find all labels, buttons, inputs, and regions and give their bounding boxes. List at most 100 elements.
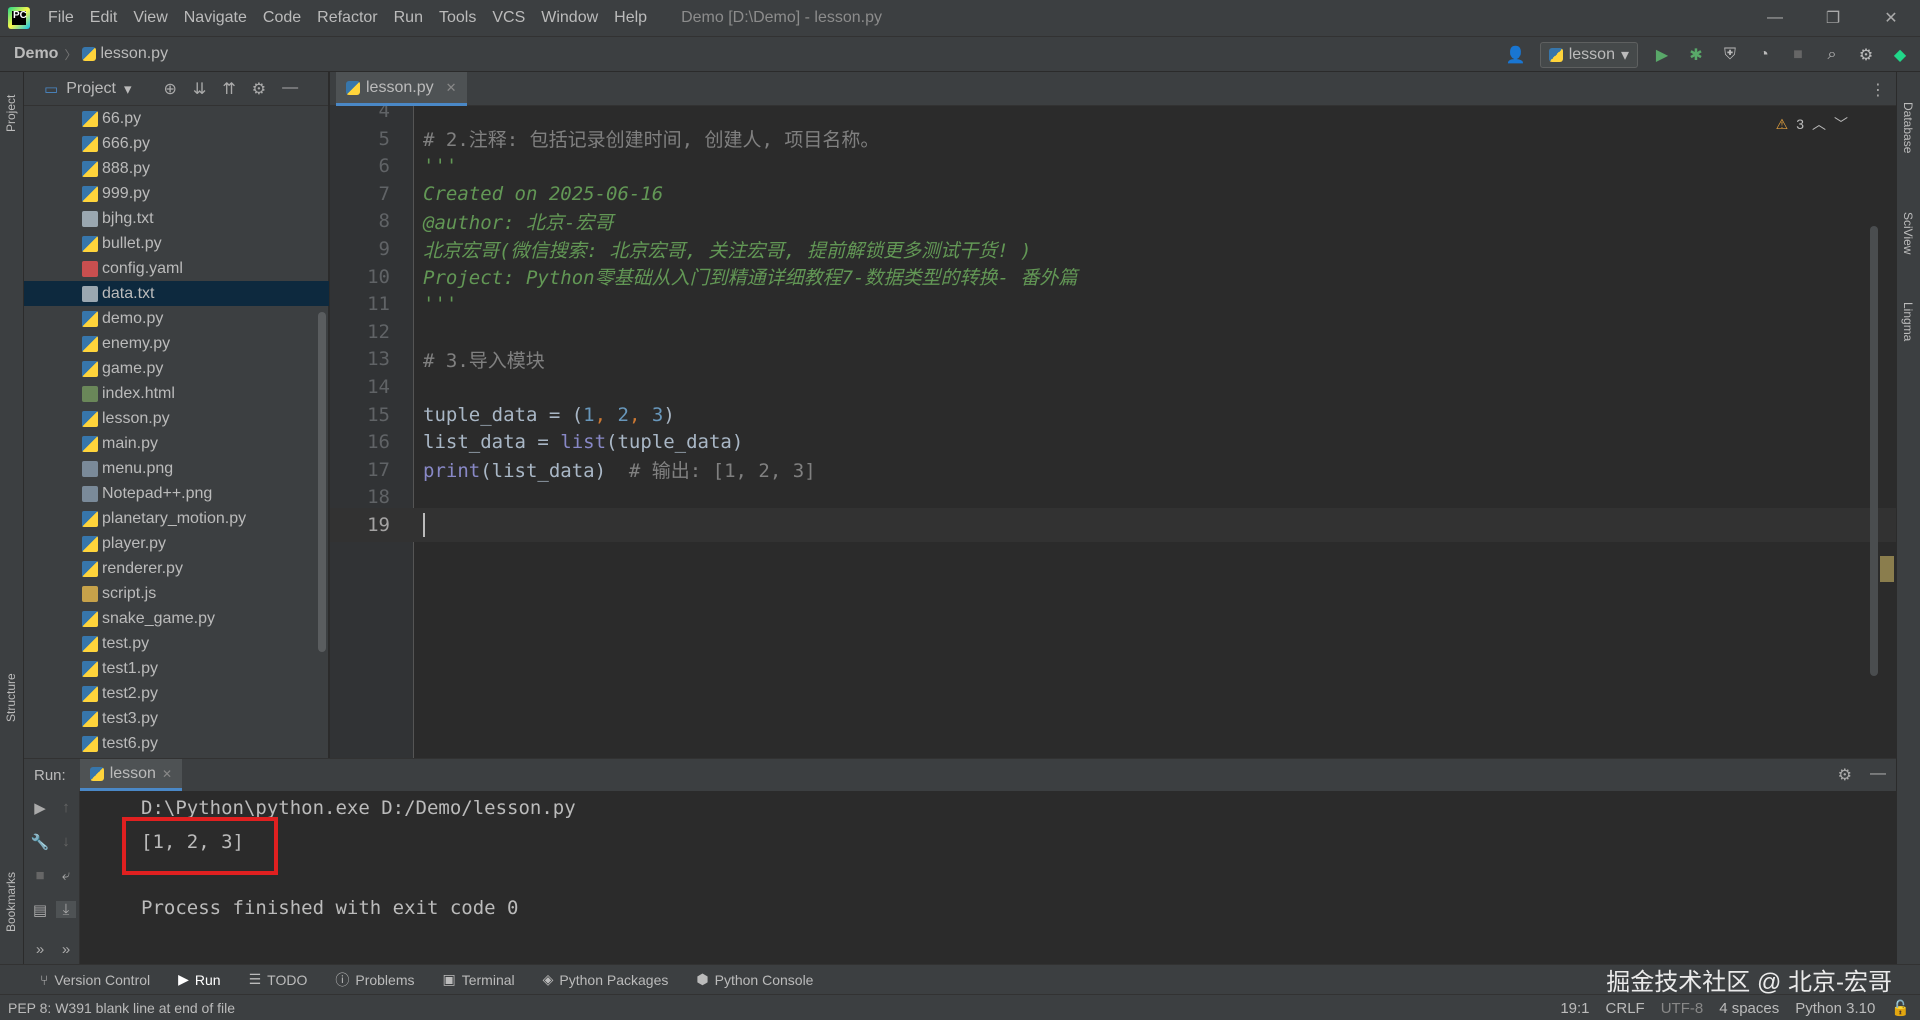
stripe-bookmarks[interactable]: Bookmarks bbox=[4, 872, 18, 932]
breadcrumb-project[interactable]: Demo bbox=[14, 45, 58, 63]
file-tree-item[interactable]: test6.py bbox=[24, 731, 329, 756]
jetbrains-toolbox-icon[interactable]: ◆ bbox=[1890, 45, 1910, 65]
more-actions-icon[interactable]: » bbox=[30, 941, 50, 958]
soft-wrap-icon[interactable]: ⤶ bbox=[56, 867, 76, 884]
code-editor[interactable]: 4 5 # 2.注释: 包括记录创建时间, 创建人, 项目名称。 6 ''' 7 Creat… bbox=[330, 106, 1896, 758]
file-tree-item[interactable]: test.py bbox=[24, 631, 329, 656]
file-tree-item[interactable]: game.py bbox=[24, 356, 329, 381]
menu-refactor[interactable]: Refactor bbox=[309, 0, 385, 36]
run-tab-lesson[interactable]: lesson ✕ bbox=[79, 759, 182, 791]
file-tree-item[interactable]: menu.png bbox=[24, 456, 329, 481]
stripe-project[interactable]: Project bbox=[4, 95, 18, 132]
file-tree-item[interactable]: demo.py bbox=[24, 306, 329, 331]
file-tree-item[interactable]: planetary_motion.py bbox=[24, 506, 329, 531]
project-panel-title[interactable]: Project bbox=[66, 80, 116, 98]
file-tree-item[interactable]: lesson.py bbox=[24, 406, 329, 431]
tool-version-control[interactable]: ⑂ Version Control bbox=[40, 972, 150, 988]
tool-todo[interactable]: ☰ TODO bbox=[249, 971, 308, 988]
file-tree-item[interactable]: config.yaml bbox=[24, 256, 329, 281]
menu-vcs[interactable]: VCS bbox=[484, 0, 533, 36]
chevron-down-icon[interactable]: ﹀ bbox=[1834, 114, 1848, 134]
file-tree-item[interactable]: enemy.py bbox=[24, 331, 329, 356]
lock-icon[interactable]: 🔓 bbox=[1891, 999, 1910, 1017]
locate-icon[interactable]: ⊕ bbox=[164, 79, 177, 99]
error-stripe-marker[interactable] bbox=[1880, 556, 1894, 582]
run-icon[interactable]: ▶ bbox=[1652, 45, 1672, 65]
search-icon[interactable]: ⌕ bbox=[1822, 45, 1842, 65]
close-icon[interactable]: ✕ bbox=[1862, 0, 1920, 36]
close-icon[interactable]: ✕ bbox=[446, 80, 457, 96]
indent-setting[interactable]: 4 spaces bbox=[1719, 1000, 1779, 1017]
arrow-up-icon[interactable]: ↑ bbox=[56, 799, 76, 816]
file-tree-item[interactable]: main.py bbox=[24, 431, 329, 456]
file-tree-item[interactable]: bjhg.txt bbox=[24, 206, 329, 231]
breadcrumb-file[interactable]: lesson.py bbox=[100, 45, 168, 63]
file-tree-item[interactable]: script.js bbox=[24, 581, 329, 606]
menu-tools[interactable]: Tools bbox=[431, 0, 484, 36]
file-tree-item[interactable]: 888.py bbox=[24, 156, 329, 181]
tool-python-console[interactable]: ⬢ Python Console bbox=[696, 971, 813, 988]
file-tree-item[interactable]: player.py bbox=[24, 531, 329, 556]
user-icon[interactable]: 👤 bbox=[1506, 45, 1526, 65]
chevron-down-icon[interactable]: ▾ bbox=[124, 80, 132, 98]
chevron-up-icon[interactable]: ︿ bbox=[1812, 114, 1826, 134]
tool-problems[interactable]: ⓘ Problems bbox=[335, 970, 414, 990]
more-actions-icon[interactable]: » bbox=[56, 941, 76, 958]
stop-icon[interactable]: ■ bbox=[1788, 45, 1808, 65]
stripe-database[interactable]: Database bbox=[1901, 102, 1915, 153]
restore-icon[interactable]: ❐ bbox=[1804, 0, 1862, 36]
rerun-icon[interactable]: ▶ bbox=[30, 799, 50, 817]
expand-all-icon[interactable]: ⇊ bbox=[193, 79, 206, 99]
hide-icon[interactable]: — bbox=[1870, 765, 1886, 785]
coverage-icon[interactable]: ⛨ bbox=[1720, 45, 1740, 65]
gear-icon[interactable]: ⚙ bbox=[1838, 765, 1852, 785]
code-line[interactable]: 19 bbox=[330, 508, 1896, 542]
collapse-all-icon[interactable]: ⇈ bbox=[222, 79, 235, 99]
file-tree-item[interactable]: bullet.py bbox=[24, 231, 329, 256]
minimize-icon[interactable]: — bbox=[1746, 0, 1804, 36]
menu-window[interactable]: Window bbox=[533, 0, 606, 36]
file-tree-item[interactable]: 66.py bbox=[24, 106, 329, 131]
tool-python-packages[interactable]: ◈ Python Packages bbox=[543, 971, 669, 988]
menu-view[interactable]: View bbox=[125, 0, 175, 36]
interpreter[interactable]: Python 3.10 bbox=[1795, 1000, 1875, 1017]
file-tree-item[interactable]: index.html bbox=[24, 381, 329, 406]
stripe-lingma[interactable]: Lingma bbox=[1901, 302, 1915, 341]
close-icon[interactable]: ✕ bbox=[162, 767, 172, 781]
menu-run[interactable]: Run bbox=[386, 0, 431, 36]
stripe-sciview[interactable]: SciView bbox=[1901, 212, 1915, 254]
wrench-icon[interactable]: 🔧 bbox=[30, 833, 50, 851]
file-tree-item[interactable]: 999.py bbox=[24, 181, 329, 206]
line-separator[interactable]: CRLF bbox=[1606, 1000, 1645, 1017]
stripe-structure[interactable]: Structure bbox=[4, 673, 18, 722]
file-tree-item[interactable]: renderer.py bbox=[24, 556, 329, 581]
menu-edit[interactable]: Edit bbox=[82, 0, 126, 36]
file-tree-item[interactable]: 666.py bbox=[24, 131, 329, 156]
profile-icon[interactable]: ◔ bbox=[1754, 45, 1774, 65]
hide-icon[interactable]: — bbox=[282, 79, 298, 99]
console-output[interactable]: D:\Python\python.exe D:/Demo/lesson.py [… bbox=[80, 791, 1896, 965]
file-tree-item[interactable]: snake_game.py bbox=[24, 606, 329, 631]
scroll-to-end-icon[interactable]: ⤓ bbox=[56, 901, 76, 918]
arrow-down-icon[interactable]: ↓ bbox=[56, 833, 76, 850]
file-tree-item[interactable]: data.txt bbox=[24, 281, 329, 306]
editor-tab-lesson[interactable]: lesson.py ✕ bbox=[336, 72, 467, 106]
file-tree-item[interactable]: Notepad++.png bbox=[24, 481, 329, 506]
editor-scrollbar[interactable] bbox=[1870, 226, 1878, 676]
menu-help[interactable]: Help bbox=[606, 0, 655, 36]
project-scrollbar[interactable] bbox=[318, 312, 326, 652]
caret-position[interactable]: 19:1 bbox=[1560, 1000, 1589, 1017]
tool-terminal[interactable]: ▣ Terminal bbox=[443, 971, 515, 988]
stop-icon[interactable]: ■ bbox=[30, 867, 50, 884]
file-encoding[interactable]: UTF-8 bbox=[1661, 1000, 1704, 1017]
file-tree-item[interactable]: test1.py bbox=[24, 656, 329, 681]
menu-file[interactable]: File bbox=[40, 0, 82, 36]
more-icon[interactable]: ⋮ bbox=[1870, 80, 1886, 100]
layout-icon[interactable]: ▤ bbox=[30, 901, 50, 919]
file-tree-item[interactable]: test2.py bbox=[24, 681, 329, 706]
gear-icon[interactable]: ⚙ bbox=[1856, 45, 1876, 65]
file-tree-item[interactable]: test3.py bbox=[24, 706, 329, 731]
menu-navigate[interactable]: Navigate bbox=[176, 0, 255, 36]
tool-run[interactable]: ▶ Run bbox=[178, 971, 220, 988]
menu-code[interactable]: Code bbox=[255, 0, 309, 36]
